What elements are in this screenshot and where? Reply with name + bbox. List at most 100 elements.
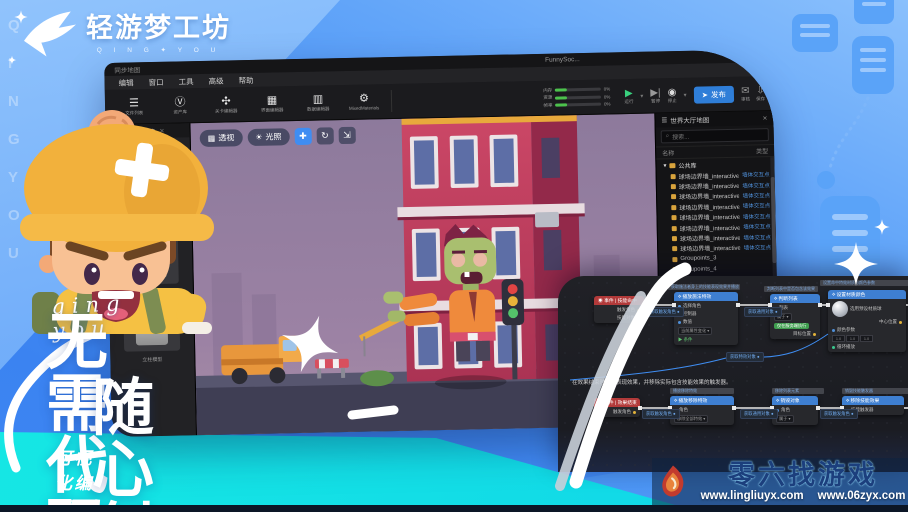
getter-pill-node[interactable]: 获取特效对象 ● <box>726 352 764 362</box>
stat-row: 内存 0% <box>538 86 610 94</box>
object-icon <box>672 226 677 231</box>
hierarchy-tab[interactable]: 世界大厅地图 <box>670 114 709 125</box>
object-icon <box>672 257 677 262</box>
node-footer[interactable]: ▶ 条件 <box>678 337 734 343</box>
scale-tool-button[interactable]: ⇲ <box>338 127 355 144</box>
toolbar-button[interactable]: ⚙ MixedMaterials <box>343 92 385 112</box>
getter-pill-node[interactable]: 获取触发角色 ● <box>820 409 858 419</box>
aux-button[interactable]: ✉ 审核 <box>741 85 750 102</box>
stat-bar <box>555 103 601 107</box>
toolbar-separator <box>391 90 392 112</box>
color-inputs[interactable]: 1.01.01.0 <box>832 335 902 342</box>
node-row: 循环播放 <box>832 344 902 350</box>
node-row: 目标位置 <box>774 331 816 337</box>
object-icon <box>671 215 676 220</box>
menu-item[interactable]: 工具 <box>178 76 193 87</box>
play-label: 运行 <box>624 98 633 104</box>
toolbar-button[interactable]: ▦ 界面编辑器 <box>251 94 293 114</box>
rotate-tool-button[interactable]: ↻ <box>316 127 333 144</box>
object-icon <box>671 184 676 189</box>
node-input[interactable]: 当前属性变化 ▾ <box>678 327 734 335</box>
node-comment-bar[interactable]: 设置命中特效材质与颜色参数 <box>820 280 908 286</box>
close-icon[interactable]: ✕ <box>762 115 767 122</box>
object-type: 墙体交互点 <box>743 201 771 210</box>
object-icon <box>672 236 677 241</box>
project-name: FunnySoc... <box>545 56 580 64</box>
object-type: 墙体交互点 <box>744 243 772 252</box>
aux-button[interactable]: ⇩ 保存 <box>756 85 765 102</box>
watermark-band: 零六找游戏 www.lingliuyx.com www.06zyx.com <box>652 458 908 505</box>
floating-doc-icons <box>778 0 908 300</box>
menu-item[interactable]: 编辑 <box>118 77 133 88</box>
object-name: 球场边界墙_interactive8 <box>680 243 741 253</box>
node-comment-bar[interactable]: 获取施法者身上的技能表现效果并播放 <box>668 284 740 290</box>
play-caret-icon[interactable]: ▾ <box>640 92 643 99</box>
scrollbar-thumb[interactable] <box>771 177 777 263</box>
action-node[interactable]: ⟡ 播放移除特效 角色 移除全部特效 ▾ <box>670 396 734 425</box>
aux-icon: ✉ <box>741 85 750 96</box>
node-row: 技能对象 <box>598 315 640 321</box>
column-name[interactable]: 名称 <box>662 148 674 157</box>
node-row: 触发角色 <box>598 409 636 415</box>
stat-value: 0% <box>604 86 611 91</box>
object-type: 墙体交互点 <box>743 222 771 231</box>
menu-item[interactable]: 窗口 <box>148 76 163 87</box>
action-node[interactable]: ⟡ 销毁对象 角色 属于 ▾ <box>772 396 818 425</box>
run-controls: ▶ 运行 ▾ ▶| 暂停 ◉ 停止 ▾ ➤ 发布 <box>624 85 765 105</box>
menu-item[interactable]: 帮助 <box>238 74 253 85</box>
stat-bar <box>555 95 601 99</box>
node-comment-bar[interactable]: 移除列表元素 <box>772 388 824 394</box>
folder-caret-icon[interactable]: ▾ <box>663 162 666 169</box>
object-type: 墙体交互点 <box>742 170 770 179</box>
stop-caret-icon[interactable]: ▾ <box>684 91 687 98</box>
object-icon <box>671 174 676 179</box>
node-input[interactable]: 移除全部特效 ▾ <box>674 415 730 423</box>
hierarchy-search-input[interactable]: ⌕ 搜索... <box>661 128 769 143</box>
node-input[interactable]: 属于 ▾ <box>776 415 814 423</box>
node-header: ⟡ 判断列表 <box>770 294 820 303</box>
object-name: 球场边界墙_interactive4 <box>679 202 740 212</box>
material-node[interactable]: ⟡ 设置材质颜色 选用预设材质球 中心位置 颜色参数 1.01.01.0 循环播… <box>828 290 906 352</box>
folder-name: 公共库 <box>678 161 696 170</box>
getter-pill-node[interactable]: 获取触发角色 ● <box>642 409 680 419</box>
menu-item[interactable]: 高级 <box>208 75 223 86</box>
flame-logo <box>660 463 686 501</box>
action-node[interactable]: ⟡ 播放施法特效 选择角色 控制器 数值 当前属性变化 ▾ ▶ 条件 <box>674 292 738 345</box>
play-button[interactable]: ▶ 运行 <box>624 87 633 104</box>
getter-pill-node[interactable]: 获取通用对象 ● <box>744 307 782 317</box>
material-sphere-preview[interactable] <box>832 301 848 317</box>
node-comment-bar[interactable]: 销毁技能触发器 <box>842 388 908 394</box>
move-tool-button[interactable]: ✚ <box>294 128 311 145</box>
brand-logo-text: 轻游梦工坊 Q I N G ✦ Y O U <box>86 14 231 54</box>
getter-pill-node[interactable]: 获取触发角色 ● <box>646 307 684 317</box>
node-header: ⟡ 设置材质颜色 <box>828 290 906 299</box>
scale-icon: ⇲ <box>343 130 351 141</box>
stat-label: 帧率 <box>538 102 552 108</box>
object-type: 墙体交互点 <box>742 181 770 190</box>
lighting-toggle[interactable]: ☀ 光照 <box>247 128 290 146</box>
brand-logo: 轻游梦工坊 Q I N G ✦ Y O U <box>22 8 231 60</box>
node-comment-bar[interactable]: 判断列表中是否包含该效果 <box>764 286 818 292</box>
stop-button[interactable]: ◉ 停止 <box>667 87 676 104</box>
step-button[interactable]: ▶| 暂停 <box>650 87 661 104</box>
stat-bar <box>555 88 601 92</box>
object-name: 球场边界墙_interactive3 <box>679 191 740 201</box>
node-row: 控制器 <box>678 311 734 317</box>
getter-pill-node[interactable]: 获取通用对象 ● <box>740 409 778 419</box>
node-comment-bar[interactable]: 播放移除特效 <box>670 388 734 394</box>
toolbar-button[interactable]: ▥ 数据编辑器 <box>297 93 339 113</box>
column-type[interactable]: 类型 <box>756 146 768 155</box>
event-node[interactable]: ◉ 事件 | 效果结束 触发角色 <box>594 398 640 417</box>
stop-icon: ◉ <box>668 87 677 98</box>
event-node[interactable]: ◉ 事件 | 技能命中 触发角色 技能对象 <box>594 296 644 323</box>
aux-label: 审核 <box>741 96 750 102</box>
publish-button[interactable]: ➤ 发布 <box>693 85 734 103</box>
node-graph-panel[interactable]: 获取施法者身上的技能表现效果并播放 判断列表中是否包含该效果 设置命中特效材质与… <box>558 276 908 472</box>
node-row: 选择角色 <box>678 303 734 309</box>
object-type: 墙体交互点 <box>742 191 770 200</box>
toolbar-label: MixedMaterials <box>349 105 379 111</box>
object-name: 球场边界墙_interactive <box>679 170 740 180</box>
move-icon: ✚ <box>299 131 307 142</box>
toolbar-icon: ▦ <box>267 94 278 106</box>
aux-label: 保存 <box>756 96 765 102</box>
